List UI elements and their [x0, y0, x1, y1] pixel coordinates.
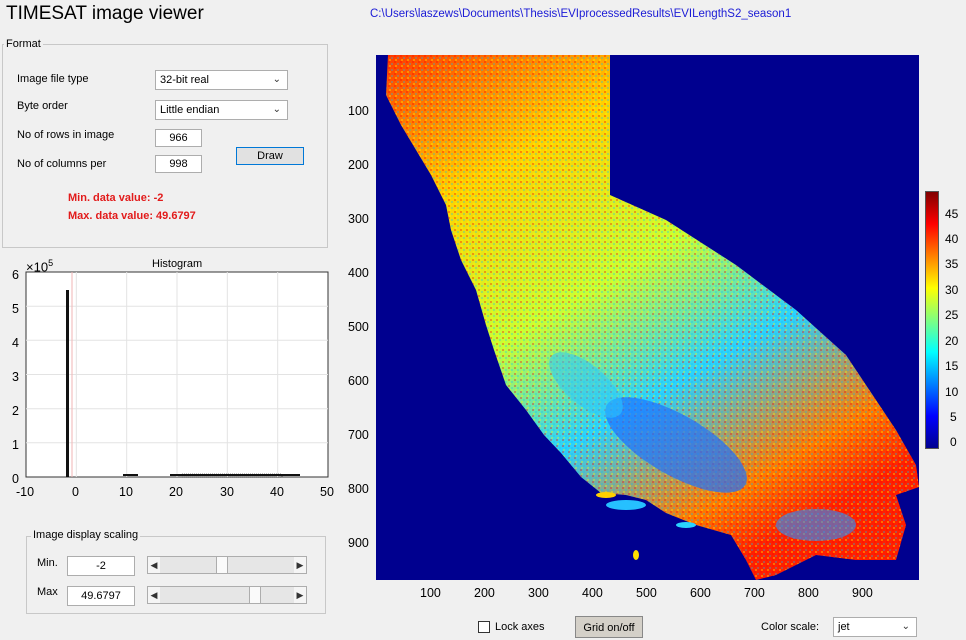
evi-map[interactable] [376, 55, 919, 580]
file-path: C:\Users\laszews\Documents\Thesis\EVIpro… [370, 8, 792, 20]
map-y-tick: 100 [348, 104, 369, 118]
map-y-tick: 800 [348, 482, 369, 496]
rows-label: No of rows in image [17, 129, 115, 141]
chevron-down-icon: ⌄ [272, 104, 281, 115]
scale-min-input[interactable]: -2 [67, 556, 135, 576]
slider-left-arrow-icon[interactable]: ◀ [148, 557, 160, 573]
chevron-down-icon: ⌄ [901, 621, 910, 632]
cols-input[interactable]: 998 [155, 155, 202, 173]
hist-x-tick: 10 [119, 485, 133, 499]
colorbar-tick: 5 [950, 410, 957, 424]
map-x-tick: 300 [528, 586, 549, 600]
lock-axes-checkbox[interactable] [478, 621, 490, 633]
hist-x-tick: 30 [220, 485, 234, 499]
hist-x-tick: -10 [16, 485, 35, 499]
map-x-tick: 800 [798, 586, 819, 600]
map-x-tick: 900 [852, 586, 873, 600]
byte-order-select[interactable]: Little endian ⌄ [155, 100, 288, 120]
byte-order-label: Byte order [17, 100, 68, 112]
colorbar-tick: 40 [945, 232, 959, 246]
colorbar-tick: 45 [945, 207, 959, 221]
map-x-tick: 100 [420, 586, 441, 600]
map-x-tick: 400 [582, 586, 603, 600]
colorbar [925, 191, 939, 449]
color-scale-value: jet [838, 621, 850, 633]
map-y-tick: 700 [348, 428, 369, 442]
map-y-tick: 200 [348, 158, 369, 172]
scaling-group-label: Image display scaling [31, 529, 141, 541]
slider-thumb[interactable] [216, 557, 228, 573]
colorbar-tick: 30 [945, 283, 959, 297]
file-type-value: 32-bit real [160, 74, 209, 86]
app-title: TIMESAT image viewer [6, 3, 204, 24]
colorbar-tick: 0 [950, 435, 957, 449]
hist-y-tick: 3 [12, 370, 19, 384]
hist-x-tick: 40 [270, 485, 284, 499]
hist-y-tick: 5 [12, 302, 19, 316]
map-y-tick: 600 [348, 374, 369, 388]
colorbar-tick: 15 [945, 359, 959, 373]
color-scale-select[interactable]: jet ⌄ [833, 617, 917, 637]
scale-max-input[interactable]: 49.6797 [67, 586, 135, 606]
map-x-tick: 700 [744, 586, 765, 600]
slider-right-arrow-icon[interactable]: ▶ [294, 587, 306, 603]
slider-right-arrow-icon[interactable]: ▶ [294, 557, 306, 573]
hist-y-tick: 6 [12, 268, 19, 282]
color-scale-label: Color scale: [761, 621, 820, 633]
map-x-tick: 200 [474, 586, 495, 600]
map-y-tick: 400 [348, 266, 369, 280]
histogram-bar [66, 290, 69, 477]
histogram-chart [25, 271, 329, 478]
scale-min-label: Min. [37, 557, 58, 569]
colorbar-tick: 25 [945, 308, 959, 322]
max-data-value: Max. data value: 49.6797 [68, 210, 196, 222]
colorbar-tick: 20 [945, 334, 959, 348]
map-y-tick: 900 [348, 536, 369, 550]
scale-min-slider[interactable]: ◀ ▶ [147, 556, 307, 574]
grid-toggle-button[interactable]: Grid on/off [575, 616, 643, 638]
map-x-tick: 500 [636, 586, 657, 600]
hist-y-tick: 0 [12, 472, 19, 486]
hist-x-tick: 0 [72, 485, 79, 499]
slider-left-arrow-icon[interactable]: ◀ [148, 587, 160, 603]
format-group-label: Format [4, 38, 43, 50]
min-data-value: Min. data value: -2 [68, 192, 164, 204]
colorbar-tick: 10 [945, 385, 959, 399]
hist-y-tick: 4 [12, 336, 19, 350]
hist-x-tick: 50 [320, 485, 334, 499]
draw-button[interactable]: Draw [236, 147, 304, 165]
cols-label: No of columns per [17, 158, 107, 170]
exponent-power: 5 [48, 258, 54, 268]
chevron-down-icon: ⌄ [272, 74, 281, 85]
file-type-select[interactable]: 32-bit real ⌄ [155, 70, 288, 90]
colorbar-tick: 35 [945, 257, 959, 271]
slider-thumb[interactable] [249, 587, 261, 603]
map-y-tick: 500 [348, 320, 369, 334]
byte-order-value: Little endian [160, 104, 220, 116]
lock-axes-label[interactable]: Lock axes [495, 621, 545, 633]
map-y-tick: 300 [348, 212, 369, 226]
file-type-label: Image file type [17, 73, 89, 85]
rows-input[interactable]: 966 [155, 129, 202, 147]
hist-y-tick: 1 [12, 438, 19, 452]
hist-x-tick: 20 [169, 485, 183, 499]
scale-max-slider[interactable]: ◀ ▶ [147, 586, 307, 604]
hist-y-tick: 2 [12, 404, 19, 418]
scale-max-label: Max [37, 586, 58, 598]
map-x-tick: 600 [690, 586, 711, 600]
